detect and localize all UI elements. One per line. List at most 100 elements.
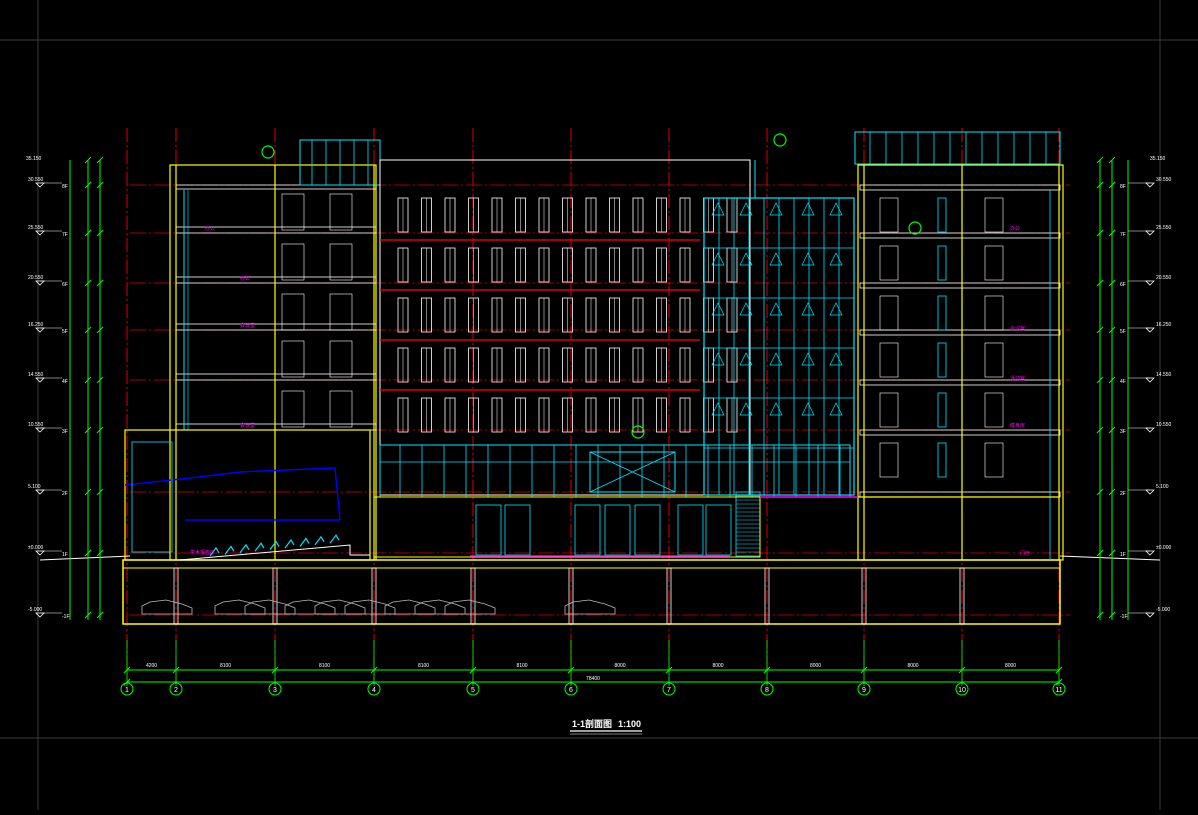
door-frame (879, 442, 899, 478)
east-glass-panel (937, 197, 947, 233)
level-triangle (1145, 280, 1155, 286)
level-elevation: 25.550 (1156, 225, 1172, 231)
level-elevation: 10.550 (1156, 422, 1172, 428)
curtain-vent (829, 252, 843, 266)
level-elevation: 14.550 (28, 372, 44, 378)
level-elevation: 30.550 (28, 177, 44, 183)
span-dimension: 8100 (319, 663, 330, 669)
car-outline (564, 599, 616, 615)
level-name: 2F (62, 491, 68, 497)
total-dimension: 78400 (586, 676, 600, 682)
level-elevation: ±0.000 (28, 545, 43, 551)
span-dimension: 8100 (418, 663, 429, 669)
door-frame (984, 442, 1004, 478)
east-floor-slab (859, 429, 1061, 436)
east-floor-slab (859, 282, 1061, 289)
door-frame (879, 342, 899, 378)
west-wing-outline (169, 164, 377, 561)
level-triangle (35, 327, 45, 333)
ground-line-right (1059, 555, 1161, 561)
west-floor-slab (175, 323, 377, 331)
level-name: 6F (62, 282, 68, 288)
level-triangle (1145, 182, 1155, 188)
viewport-guides (0, 0, 1198, 810)
level-elevation: 5.100 (28, 484, 41, 490)
axis-number: 2 (174, 687, 178, 694)
seat-icon (314, 535, 325, 546)
span-dimension: 8000 (1005, 663, 1016, 669)
level-elevation: -5.000 (1156, 607, 1170, 613)
east-floor-slab (859, 232, 1061, 239)
car-outline (314, 599, 366, 615)
detail-callout (773, 133, 787, 147)
level-triangle (1145, 427, 1155, 433)
room-label: 办公 (240, 275, 250, 282)
seat-icon (299, 537, 310, 547)
level-elevation: 16.250 (28, 322, 44, 328)
stage-screen (131, 441, 173, 553)
room-label: 办公 (205, 225, 215, 232)
curtain-vent (801, 402, 815, 416)
ceiling-line (124, 467, 341, 521)
level-triangle (35, 489, 45, 495)
span-dimension: 8000 (810, 663, 821, 669)
level-name: 4F (1120, 379, 1126, 385)
curtain-vent (829, 402, 843, 416)
door-frame (281, 243, 305, 281)
section-drawing: 学术报告厅办公办公会议室会议室办公会议室活动室健身房门厅 4200 8100 810… (0, 0, 1198, 810)
east-glass-panel (937, 442, 947, 478)
level-name: 1F (62, 552, 68, 558)
level-elevation: 25.550 (28, 225, 44, 231)
door-frame (984, 295, 1004, 331)
door-frame (329, 243, 353, 281)
level-name: 6F (1120, 282, 1126, 288)
level-elevation: ±0.000 (1156, 545, 1171, 551)
level-elevation: 10.550 (28, 422, 44, 428)
seating-label: 学术报告厅 (190, 549, 215, 556)
curtain-vent (769, 352, 783, 366)
lobby-door (604, 504, 631, 556)
cad-drawing-canvas: 学术报告厅 办公 办公 会议室 会议室 办公 会议室 活动室 健身房 门厅 4200 8100 810… (0, 0, 1198, 810)
east-wing-outline (857, 164, 1064, 561)
span-dimension: 8000 (712, 663, 723, 669)
axis-number: 3 (273, 687, 277, 694)
door-frame (879, 197, 899, 233)
axis-number: 11 (1055, 687, 1062, 694)
dimension-lines: 4200 8100 8100 8100 8100 8000 8000 8000 8000 8000… (69, 156, 1129, 686)
axis-number: 5 (471, 687, 475, 694)
level-triangle (35, 230, 45, 236)
axis-number: 6 (569, 687, 573, 694)
level-name: -1F (62, 614, 70, 620)
lobby-door (677, 504, 704, 556)
door-frame (984, 197, 1004, 233)
curtain-vent (801, 252, 815, 266)
axis-number: 8 (765, 687, 769, 694)
axis-number: 10 (958, 687, 966, 694)
top-elevation: 35.150 (26, 156, 42, 162)
level-triangle (35, 550, 45, 556)
door-frame (329, 293, 353, 331)
level-triangle (35, 182, 45, 188)
axis-bubbles: 1 2 3 4 5 6 7 8 9 10 11 (120, 682, 1066, 696)
drawing-title-block: 1-1剖面图 1:100 (570, 718, 642, 735)
room-label: 会议室 (240, 322, 255, 329)
door-frame (329, 390, 353, 428)
door-frame (984, 245, 1004, 281)
east-glass-panel (937, 295, 947, 331)
span-dimension: 8000 (614, 663, 625, 669)
drawing-scale: 1:100 (618, 719, 641, 729)
curtain-vent (769, 252, 783, 266)
axis-number: 7 (667, 687, 671, 694)
axis-number: 4 (372, 687, 376, 694)
level-triangle (1145, 327, 1155, 333)
ground-line-left (39, 555, 131, 561)
curtain-vent (801, 202, 815, 216)
drawing-title: 1-1剖面图 (572, 718, 612, 729)
level-triangle (1145, 489, 1155, 495)
east-floor-slab (859, 379, 1061, 386)
level-triangle (1145, 230, 1155, 236)
room-label: 活动室 (1010, 375, 1025, 382)
east-floor-slab (859, 329, 1061, 336)
detail-callout (908, 221, 922, 235)
east-floor-slab (859, 184, 1061, 191)
